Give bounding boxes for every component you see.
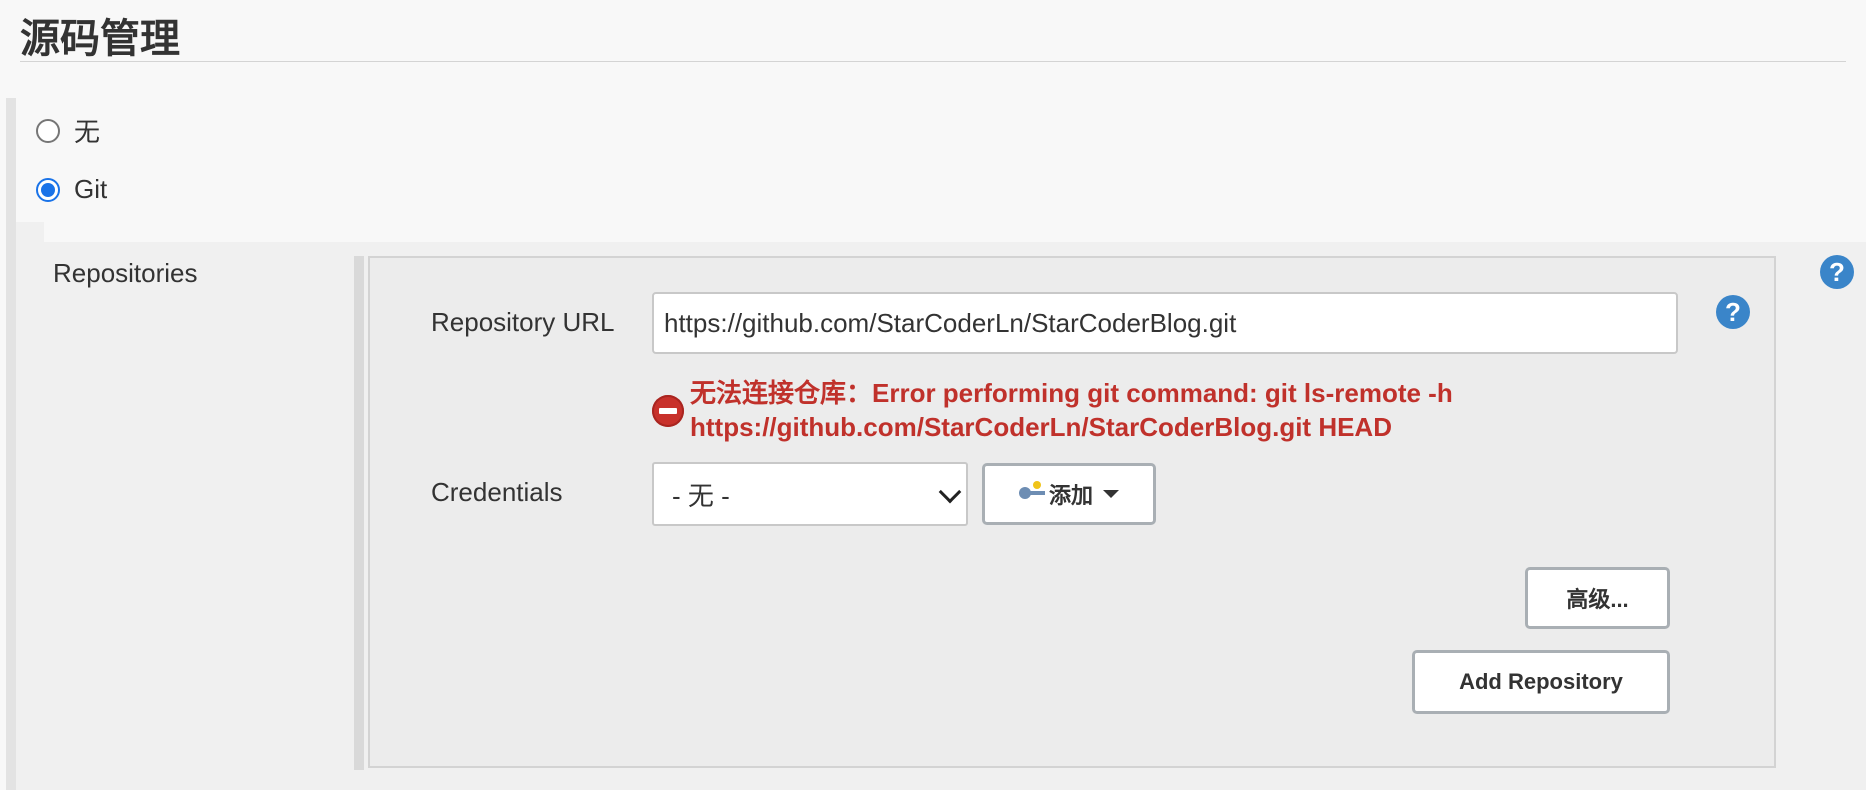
scm-option-git-label: Git <box>74 174 108 204</box>
repositories-label: Repositories <box>53 258 198 288</box>
title-divider <box>20 61 1846 62</box>
repositories-help-icon[interactable]: ? <box>1820 255 1854 289</box>
scm-option-none-label: 无 <box>74 117 101 147</box>
section-title: 源码管理 <box>20 16 180 62</box>
scm-option-git[interactable]: Git <box>36 174 107 205</box>
credentials-select[interactable]: - 无 - <box>652 462 968 526</box>
radio-none[interactable] <box>36 118 60 143</box>
credentials-selected-value: - 无 - <box>672 480 730 511</box>
scm-config-page: 源码管理 无 Git Repositories ? Repository URL… <box>0 0 1866 790</box>
section-left-bar <box>6 98 16 790</box>
chevron-down-icon <box>938 480 962 504</box>
repository-url-label: Repository URL <box>431 307 615 337</box>
key-icon <box>1018 481 1047 503</box>
error-message: 无法连接仓库：Error performing git command: git… <box>690 376 1690 444</box>
repository-url-help-icon[interactable]: ? <box>1716 295 1750 329</box>
add-repository-button[interactable]: Add Repository <box>1412 650 1670 714</box>
scm-option-none[interactable]: 无 <box>36 112 100 149</box>
repository-left-bar <box>354 256 364 770</box>
add-credentials-label: 添加 <box>1048 483 1093 508</box>
caret-down-icon <box>1103 490 1119 498</box>
credentials-label: Credentials <box>431 477 563 507</box>
add-credentials-button[interactable]: 添加 <box>982 463 1156 525</box>
radio-git[interactable] <box>36 177 60 202</box>
repository-url-input[interactable] <box>652 292 1678 354</box>
git-left-bar <box>16 222 44 790</box>
error-message-line2: https://github.com/StarCoderLn/StarCoder… <box>690 412 1392 442</box>
error-message-line1: 无法连接仓库：Error performing git command: git… <box>690 378 1453 408</box>
error-icon <box>652 395 684 427</box>
advanced-button[interactable]: 高级... <box>1525 567 1670 629</box>
